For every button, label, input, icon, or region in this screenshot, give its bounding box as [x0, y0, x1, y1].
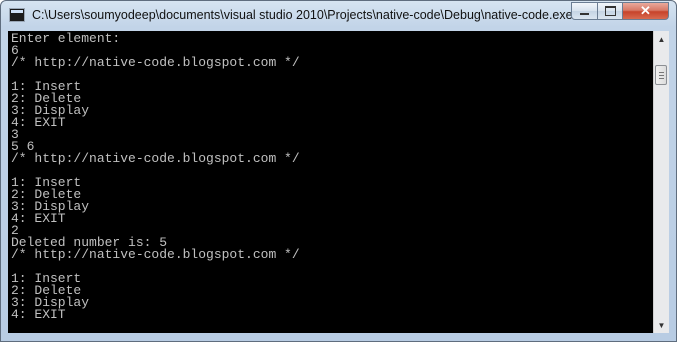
console-line: 3: Display: [11, 199, 90, 214]
console-line: 2: Delete: [11, 283, 82, 298]
console-app-icon[interactable]: [9, 8, 25, 22]
console-line: 1: Insert: [11, 79, 82, 94]
console-line: 3: Display: [11, 103, 90, 118]
console-line: 4: EXIT: [11, 211, 66, 226]
console-line: /* http://native-code.blogspot.com */: [11, 55, 300, 70]
console-line: 2: Delete: [11, 187, 82, 202]
console-line: 2: Delete: [11, 91, 82, 106]
arrow-up-icon: ▲: [657, 34, 666, 44]
console-line: 3: Display: [11, 295, 90, 310]
scroll-up-button[interactable]: ▲: [654, 31, 669, 47]
scroll-down-button[interactable]: ▼: [654, 317, 669, 333]
console-line: 1: Insert: [11, 271, 82, 286]
maximize-icon: [604, 6, 616, 16]
maximize-button[interactable]: [597, 2, 623, 20]
console-line: /* http://native-code.blogspot.com */: [11, 247, 300, 262]
console-line: 4: EXIT: [11, 115, 66, 130]
title-bar[interactable]: C:\Users\soumyodeep\documents\visual stu…: [1, 1, 676, 31]
vertical-scrollbar[interactable]: ▲ ▼: [653, 31, 669, 333]
close-icon: ✕: [640, 3, 651, 18]
console-window: C:\Users\soumyodeep\documents\visual stu…: [0, 0, 677, 342]
window-title: C:\Users\soumyodeep\documents\visual stu…: [32, 8, 573, 22]
minimize-button[interactable]: [571, 2, 598, 20]
console-line: /* http://native-code.blogspot.com */: [11, 151, 300, 166]
close-button[interactable]: ✕: [622, 2, 669, 20]
console-line: 1: Insert: [11, 175, 82, 190]
console-output[interactable]: Enter element: 6/* http://native-code.blo…: [8, 31, 653, 333]
arrow-down-icon: ▼: [657, 320, 666, 330]
console-line: 4: EXIT: [11, 307, 66, 322]
console-line: Enter element:: [11, 31, 121, 46]
console-line: 3: [11, 127, 19, 142]
scrollbar-thumb[interactable]: [655, 65, 667, 85]
minimize-icon: [580, 13, 589, 15]
